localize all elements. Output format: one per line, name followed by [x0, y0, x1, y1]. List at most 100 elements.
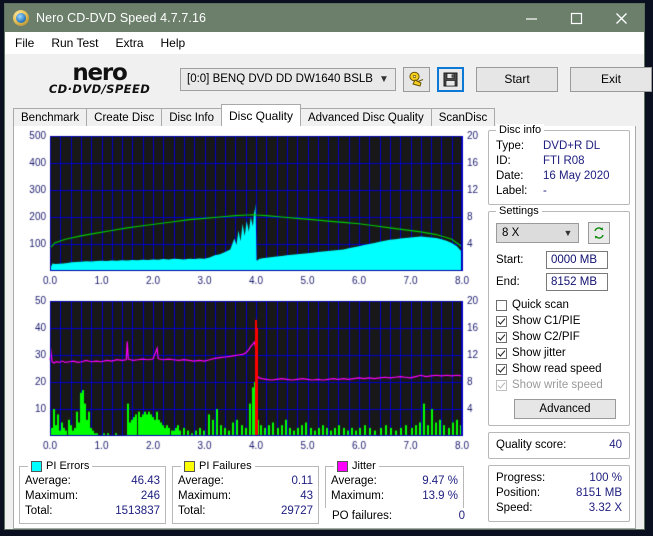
nero-logo: nero CD·DVD∕SPEED: [27, 59, 172, 96]
disc-hand-icon: [409, 71, 424, 87]
drive-select-value: [0:0] BENQ DVD DD DW1640 BSLB: [187, 73, 373, 85]
speed-select-value: 8 X: [502, 227, 520, 239]
pi-errors-key-total: Total:: [25, 505, 53, 517]
po-failures-value: 0: [458, 510, 465, 522]
menu-item-extra[interactable]: Extra: [115, 36, 143, 50]
pi-failures-value-maximum: 43: [300, 490, 313, 502]
pi-failures-jitter-chart[interactable]: [18, 295, 496, 460]
speed-select[interactable]: 8 X ▼: [496, 223, 579, 243]
menu-item-help[interactable]: Help: [161, 36, 186, 50]
disc-info-row-id: ID: FTI R08: [496, 154, 622, 169]
pi-failures-row-total: Total: 29727: [173, 504, 318, 519]
disc-info-value-date: 16 May 2020: [543, 170, 610, 182]
pi-errors-value-total: 1513837: [115, 505, 160, 517]
disc-quality-panel: Disc info Type: DVD+R DL ID: FTI R08 Dat…: [13, 124, 636, 529]
jitter-stats-legend-text: Jitter: [352, 460, 376, 472]
maximize-button[interactable]: [554, 4, 599, 32]
tab-create-disc[interactable]: Create Disc: [86, 108, 163, 126]
checkbox-show-jitter[interactable]: Show jitter: [496, 345, 622, 361]
drive-select[interactable]: [0:0] BENQ DVD DD DW1640 BSLB ▼: [180, 67, 396, 91]
disc-info-key-id: ID:: [496, 155, 511, 167]
pi-errors-chart[interactable]: [18, 130, 496, 295]
menu-item-file[interactable]: File: [15, 36, 34, 50]
tab-benchmark[interactable]: Benchmark: [13, 108, 88, 126]
checkbox-label: Show read speed: [512, 363, 602, 375]
end-input[interactable]: 8152 MB: [546, 273, 608, 291]
checkbox-quick-scan[interactable]: Quick scan: [496, 297, 622, 313]
pi-failures-stats-group: PI Failures Average: 0.11 Maximum: 43 To…: [172, 460, 319, 524]
right-panel: Disc info Type: DVD+R DL ID: FTI R08 Dat…: [488, 124, 630, 528]
minimize-button[interactable]: [509, 4, 554, 32]
checkbox-box: [496, 379, 507, 391]
checkbox-show-c1-pie[interactable]: Show C1/PIE: [496, 313, 622, 329]
advanced-button[interactable]: Advanced: [514, 399, 616, 419]
disc-info-row-date: Date: 16 May 2020: [496, 169, 622, 184]
check-icon: [497, 365, 506, 373]
eject-disc-button[interactable]: [402, 66, 430, 92]
start-label: Start:: [496, 254, 524, 266]
tab-disc-quality[interactable]: Disc Quality: [221, 104, 302, 126]
refresh-button[interactable]: [588, 222, 610, 244]
pi-errors-key-maximum: Maximum:: [25, 490, 79, 502]
disc-info-row-type: Type: DVD+R DL: [496, 139, 622, 154]
check-icon: [497, 333, 506, 341]
tab-scandisc[interactable]: ScanDisc: [430, 108, 496, 126]
pi-failures-row-average: Average: 0.11: [173, 474, 318, 489]
logo-line-1: nero: [72, 59, 128, 86]
menu-bar: File Run Test Extra Help: [5, 32, 644, 54]
status-key-position: Position:: [496, 487, 541, 499]
disc-info-key-label: Label:: [496, 185, 528, 197]
settings-group: Settings 8 X ▼ Start: 0000 MB End: 8152 …: [488, 205, 630, 426]
menu-item-run-test[interactable]: Run Test: [51, 36, 98, 50]
status-row-speed: Speed: 3.32 X: [496, 501, 622, 516]
pi-failures-value-average: 0.11: [291, 475, 313, 487]
disc-info-value-type: DVD+R DL: [543, 140, 601, 152]
status-value-progress: 100 %: [589, 472, 622, 484]
disc-info-group: Disc info Type: DVD+R DL ID: FTI R08 Dat…: [488, 124, 630, 205]
checkbox-show-read-speed[interactable]: Show read speed: [496, 361, 622, 377]
settings-legend: Settings: [496, 205, 542, 217]
save-button[interactable]: [436, 66, 464, 92]
status-row-position: Position: 8151 MB: [496, 486, 622, 501]
tab-advanced-disc-quality[interactable]: Advanced Disc Quality: [300, 108, 432, 126]
checkbox-box: [496, 363, 507, 375]
pi-errors-value-maximum: 246: [140, 490, 160, 502]
status-value-speed: 3.32 X: [588, 502, 622, 514]
pi-errors-row-average: Average: 46.43: [20, 474, 165, 489]
checkbox-box: [496, 299, 507, 311]
pi-errors-stats-legend-text: PI Errors: [46, 460, 90, 472]
title-bar: Nero CD-DVD Speed 4.7.7.16: [5, 4, 644, 32]
app-window: Nero CD-DVD Speed 4.7.7.16 File Run Test…: [4, 3, 652, 530]
jitter-value-maximum: 13.9 %: [422, 490, 458, 502]
pi-failures-key-average: Average:: [178, 475, 224, 487]
quality-score-row: Quality score: 40: [496, 438, 622, 453]
jitter-row-average: Average: 9.47 %: [326, 474, 463, 489]
pi-errors-color-swatch: [31, 460, 42, 472]
nero-app-icon: [13, 10, 29, 26]
close-button[interactable]: [599, 4, 644, 32]
po-failures-row: PO failures: 0: [327, 509, 470, 524]
window-title: Nero CD-DVD Speed 4.7.7.16: [36, 11, 207, 25]
exit-button[interactable]: Exit: [569, 66, 652, 92]
disc-info-row-label: Label: -: [496, 184, 622, 199]
tab-disc-info[interactable]: Disc Info: [161, 108, 222, 126]
checkbox-show-c2-pif[interactable]: Show C2/PIF: [496, 329, 622, 345]
floppy-save-icon: [443, 72, 458, 86]
quality-score-label: Quality score:: [496, 439, 567, 451]
start-button[interactable]: Start: [475, 66, 558, 92]
jitter-stats-group: Jitter Average: 9.47 % Maximum: 13.9 %: [325, 460, 464, 508]
checkbox-label: Show C1/PIE: [512, 315, 581, 327]
checkbox-label: Show C2/PIF: [512, 331, 580, 343]
disc-info-value-label: -: [543, 185, 547, 197]
checkbox-box: [496, 315, 507, 327]
status-group: Progress: 100 % Position: 8151 MB Speed:…: [488, 465, 630, 522]
jitter-stats-legend: Jitter: [334, 460, 379, 472]
pi-failures-value-total: 29727: [281, 505, 313, 517]
start-input[interactable]: 0000 MB: [546, 251, 608, 269]
chevron-down-icon: ▼: [379, 73, 389, 85]
jitter-value-average: 9.47 %: [422, 475, 458, 487]
logo-line-2: CD·DVD∕SPEED: [48, 81, 151, 96]
end-label: End:: [496, 276, 520, 288]
disc-info-key-type: Type:: [496, 140, 525, 152]
checkbox-label: Quick scan: [512, 299, 569, 311]
